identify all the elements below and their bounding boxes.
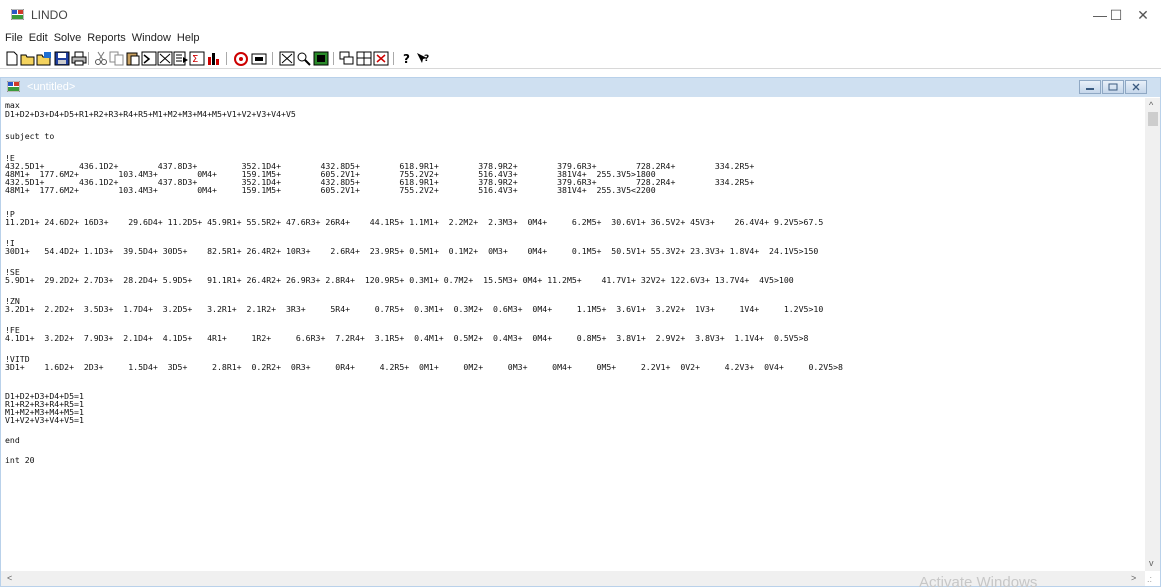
editor-line: D1+D2+D3+D4+D5+R1+R2+R3+R4+R5+M1+M2+M3+M… <box>5 109 296 119</box>
scroll-left-icon[interactable]: < <box>7 573 12 583</box>
paste-symbol-icon[interactable] <box>173 51 189 66</box>
editor-line: 11.2D1+ 24.6D2+ 16D3+ 29.6D4+ 11.2D5+ 45… <box>5 217 824 227</box>
minimize-icon <box>1086 88 1094 90</box>
document-maximize-button[interactable] <box>1102 80 1124 94</box>
solve-icon[interactable] <box>251 51 267 66</box>
editor-line: 3.2D1+ 2.2D2+ 3.5D3+ 1.7D4+ 3.2D5+ 3.2R1… <box>5 304 824 314</box>
vertical-scrollbar[interactable]: ^ v <box>1145 98 1160 571</box>
toolbar-separator <box>333 52 334 65</box>
close-button[interactable]: ✕ <box>1130 0 1156 30</box>
menu-solve[interactable]: Solve <box>54 32 82 44</box>
document-window: <untitled> max D1+D2+D3+D4+D5+R1+R2+R3+R4… <box>0 77 1161 587</box>
toolbar-separator <box>226 52 227 65</box>
find-icon[interactable] <box>141 51 157 66</box>
editor-line: end <box>5 435 20 445</box>
window-icon[interactable] <box>313 51 329 66</box>
minimize-icon: — <box>1093 7 1107 23</box>
svg-text:Σ: Σ <box>192 54 198 65</box>
new-icon[interactable] <box>4 51 20 66</box>
print-icon[interactable] <box>71 51 87 66</box>
scroll-down-icon[interactable]: v <box>1149 558 1154 568</box>
zoom-icon[interactable] <box>296 51 312 66</box>
cascade-icon[interactable] <box>339 51 355 66</box>
editor-line: subject to <box>5 131 55 141</box>
save-as-icon[interactable] <box>36 51 52 66</box>
editor-line: 48M1+ 177.6M2+ 103.4M3+ 0M4+ 159.1M5+ 60… <box>5 185 656 195</box>
document-title-bar: <untitled> <box>1 78 1160 97</box>
scroll-right-icon[interactable]: > <box>1131 573 1136 583</box>
paste-icon[interactable] <box>125 51 141 66</box>
document-title: <untitled> <box>27 81 76 93</box>
tile-icon[interactable] <box>356 51 372 66</box>
lindo-app-icon <box>11 9 24 20</box>
compile-icon[interactable] <box>233 51 249 66</box>
save-icon[interactable] <box>54 51 70 66</box>
open-icon[interactable] <box>20 51 36 66</box>
maximize-button[interactable]: ☐ <box>1106 0 1126 30</box>
document-close-button[interactable] <box>1125 80 1147 94</box>
close-all-icon[interactable] <box>373 51 389 66</box>
close-icon: ✕ <box>1137 6 1149 23</box>
menu-reports[interactable]: Reports <box>87 32 126 44</box>
toolbar-separator <box>272 52 273 65</box>
toolbar-separator <box>393 52 394 65</box>
cut-icon[interactable] <box>93 51 109 66</box>
editor-line: int 20 <box>5 455 35 465</box>
svg-text:?: ? <box>403 52 410 66</box>
document-icon <box>7 81 20 92</box>
menu-file[interactable]: File <box>5 32 23 44</box>
maximize-icon: ☐ <box>1109 6 1123 23</box>
menu-bar: File Edit Solve Reports Window Help <box>0 30 1161 46</box>
help-icon[interactable]: ? <box>399 51 415 66</box>
editor-line: 3D1+ 1.6D2+ 2D3+ 1.5D4+ 3D5+ 2.8R1+ 0.2R… <box>5 362 843 372</box>
copy-icon[interactable] <box>109 51 125 66</box>
editor-line: 30D1+ 54.4D2+ 1.1D3+ 39.5D4+ 30D5+ 82.5R… <box>5 246 819 256</box>
context-help-icon[interactable]: ? <box>415 51 431 66</box>
menu-help[interactable]: Help <box>177 32 200 44</box>
editor-line: V1+V2+V3+V4+V5=1 <box>5 415 84 425</box>
menu-edit[interactable]: Edit <box>29 32 48 44</box>
editor-line: 4.1D1+ 3.2D2+ 7.9D3+ 2.1D4+ 4.1D5+ 4R1+ … <box>5 333 809 343</box>
close-icon <box>1132 83 1140 91</box>
scroll-up-icon[interactable]: ^ <box>1149 100 1153 110</box>
clear-icon[interactable] <box>157 51 173 66</box>
svg-text:?: ? <box>424 54 429 64</box>
scroll-thumb[interactable] <box>1148 112 1158 126</box>
window-title: LINDO <box>31 8 68 22</box>
document-minimize-button[interactable] <box>1079 80 1101 94</box>
editor-line: 5.9D1+ 29.2D2+ 2.7D3+ 28.2D4+ 5.9D5+ 91.… <box>5 275 794 285</box>
menu-window[interactable]: Window <box>132 32 171 44</box>
toolbar: Σ ? ? <box>0 49 1161 69</box>
size-grip-icon[interactable]: .: <box>1147 574 1152 584</box>
maximize-icon <box>1108 83 1118 91</box>
zoom-fit-icon[interactable] <box>279 51 295 66</box>
title-bar: LINDO — ☐ ✕ <box>0 0 1161 30</box>
chart-icon[interactable] <box>206 51 222 66</box>
mdi-area: <untitled> max D1+D2+D3+D4+D5+R1+R2+R3+R4… <box>0 72 1161 587</box>
toolbar-separator <box>88 52 89 65</box>
model-editor[interactable]: max D1+D2+D3+D4+D5+R1+R2+R3+R4+R5+M1+M2+M… <box>5 98 1145 571</box>
activate-windows-watermark: Activate Windows <box>919 574 1038 587</box>
sum-icon[interactable]: Σ <box>189 51 205 66</box>
